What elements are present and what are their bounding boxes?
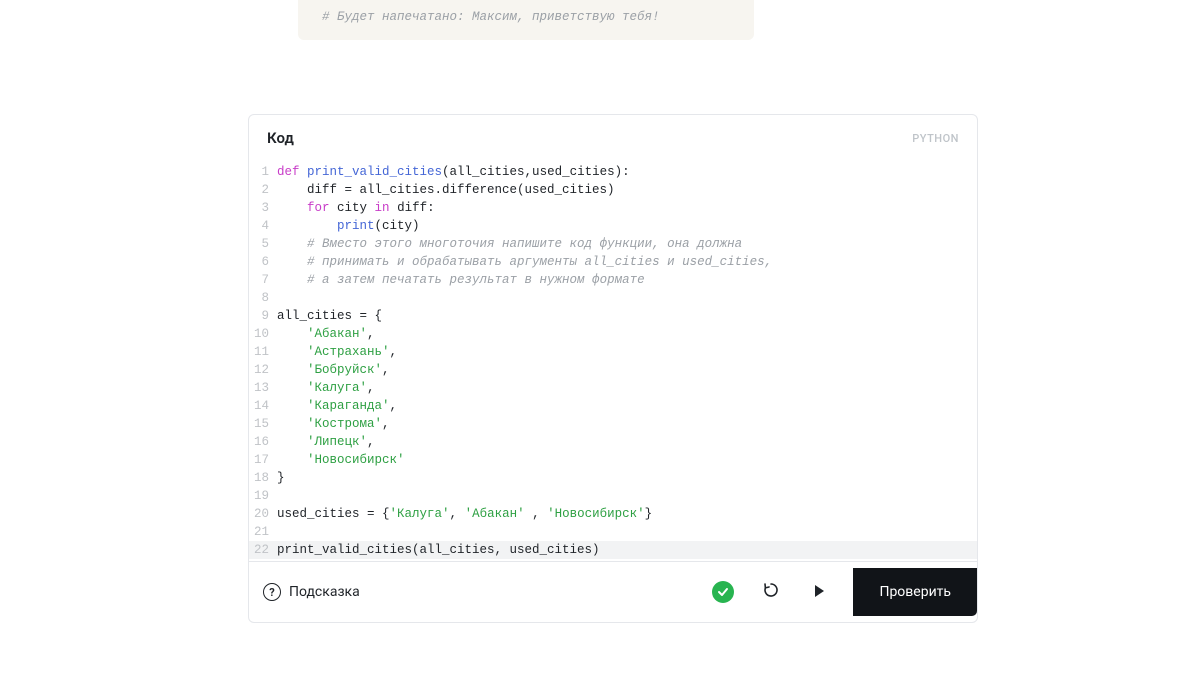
line-number: 21 [249,523,277,541]
code-line[interactable]: 14 'Караганда', [249,397,977,415]
code-line[interactable]: 16 'Липецк', [249,433,977,451]
line-content[interactable]: all_cities = { [277,307,977,325]
line-content[interactable]: 'Астрахань', [277,343,977,361]
code-editor-panel: Код PYTHON 1def print_valid_cities(all_c… [248,114,978,623]
line-content[interactable]: 'Новосибирск' [277,451,977,469]
code-line[interactable]: 3 for city in diff: [249,199,977,217]
line-number: 1 [249,163,277,181]
line-number: 12 [249,361,277,379]
hint-button[interactable]: ? Подсказка [263,583,360,601]
run-button[interactable] [799,572,839,612]
line-content[interactable]: # а затем печатать результат в нужном фо… [277,271,977,289]
line-content[interactable]: 'Кострома', [277,415,977,433]
code-line[interactable]: 5 # Вместо этого многоточия напишите код… [249,235,977,253]
status-success-indicator [703,572,743,612]
line-content[interactable]: for city in diff: [277,199,977,217]
code-line[interactable]: 4 print(city) [249,217,977,235]
code-line[interactable]: 2 diff = all_cities.difference(used_citi… [249,181,977,199]
editor-header: Код PYTHON [249,115,977,157]
editor-toolbar: ? Подсказка Проверить [249,561,977,622]
code-line[interactable]: 20used_cities = {'Калуга', 'Абакан' , 'Н… [249,505,977,523]
line-content[interactable] [277,289,977,307]
question-icon: ? [263,583,281,601]
line-number: 15 [249,415,277,433]
code-line[interactable]: 11 'Астрахань', [249,343,977,361]
refresh-icon [762,581,780,603]
line-content[interactable]: 'Абакан', [277,325,977,343]
line-content[interactable]: # Вместо этого многоточия напишите код ф… [277,235,977,253]
code-line[interactable]: 18} [249,469,977,487]
line-content[interactable]: 'Бобруйск', [277,361,977,379]
editor-language-label: PYTHON [912,132,959,145]
line-number: 6 [249,253,277,271]
line-content[interactable]: diff = all_cities.difference(used_cities… [277,181,977,199]
line-number: 22 [249,541,277,559]
code-line[interactable]: 15 'Кострома', [249,415,977,433]
code-editor[interactable]: 1def print_valid_cities(all_cities,used_… [249,157,977,561]
code-line[interactable]: 21 [249,523,977,541]
line-number: 8 [249,289,277,307]
line-content[interactable] [277,523,977,541]
line-content[interactable]: # принимать и обрабатывать аргументы all… [277,253,977,271]
code-line[interactable]: 22print_valid_cities(all_cities, used_ci… [249,541,977,559]
example-output-text: # Будет напечатано: Максим, приветствую … [322,10,660,24]
check-button-label: Проверить [879,584,951,600]
line-content[interactable]: print_valid_cities(all_cities, used_citi… [277,541,977,559]
line-number: 11 [249,343,277,361]
code-line[interactable]: 6 # принимать и обрабатывать аргументы a… [249,253,977,271]
line-content[interactable]: print(city) [277,217,977,235]
line-number: 10 [249,325,277,343]
line-number: 2 [249,181,277,199]
line-number: 4 [249,217,277,235]
code-line[interactable]: 19 [249,487,977,505]
line-number: 13 [249,379,277,397]
line-number: 9 [249,307,277,325]
line-number: 5 [249,235,277,253]
line-number: 3 [249,199,277,217]
reset-button[interactable] [751,572,791,612]
line-content[interactable]: used_cities = {'Калуга', 'Абакан' , 'Нов… [277,505,977,523]
check-circle-icon [712,581,734,603]
code-line[interactable]: 9all_cities = { [249,307,977,325]
line-number: 18 [249,469,277,487]
editor-title: Код [267,129,294,147]
line-content[interactable]: 'Калуга', [277,379,977,397]
line-content[interactable] [277,487,977,505]
line-content[interactable]: 'Караганда', [277,397,977,415]
line-number: 19 [249,487,277,505]
code-line[interactable]: 10 'Абакан', [249,325,977,343]
code-line[interactable]: 17 'Новосибирск' [249,451,977,469]
play-icon [812,583,826,602]
line-content[interactable]: 'Липецк', [277,433,977,451]
code-line[interactable]: 13 'Калуга', [249,379,977,397]
line-content[interactable]: } [277,469,977,487]
example-output-snippet: # Будет напечатано: Максим, приветствую … [298,0,754,40]
code-line[interactable]: 12 'Бобруйск', [249,361,977,379]
code-line[interactable]: 1def print_valid_cities(all_cities,used_… [249,163,977,181]
line-number: 16 [249,433,277,451]
code-line[interactable]: 7 # а затем печатать результат в нужном … [249,271,977,289]
line-number: 7 [249,271,277,289]
code-line[interactable]: 8 [249,289,977,307]
line-content[interactable]: def print_valid_cities(all_cities,used_c… [277,163,977,181]
line-number: 14 [249,397,277,415]
line-number: 17 [249,451,277,469]
hint-label: Подсказка [289,584,360,600]
check-button[interactable]: Проверить [853,568,977,616]
line-number: 20 [249,505,277,523]
